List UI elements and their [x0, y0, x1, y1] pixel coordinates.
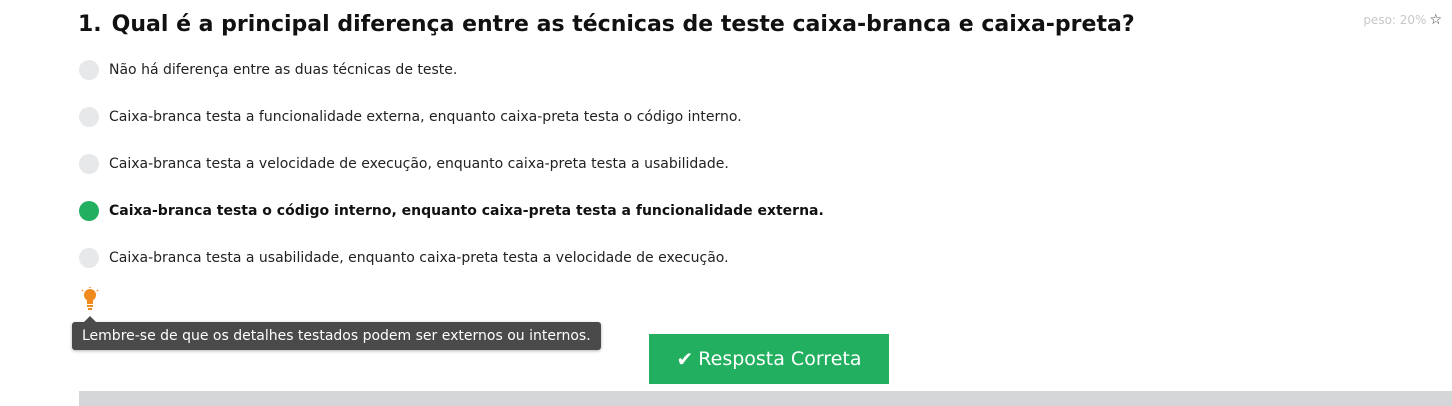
question-title: 1. Qual é a principal diferença entre as … — [78, 12, 1135, 37]
answer-option-4[interactable]: Caixa-branca testa o código interno, enq… — [79, 201, 824, 221]
radio-button[interactable] — [79, 154, 99, 174]
check-icon: ✔ — [676, 347, 694, 371]
weight-label: peso: 20% — [1363, 13, 1427, 27]
answer-option-1[interactable]: Não há diferença entre as duas técnicas … — [79, 60, 457, 80]
radio-button[interactable] — [79, 107, 99, 127]
answer-option-5[interactable]: Caixa-branca testa a usabilidade, enquan… — [79, 248, 729, 268]
correct-answer-button[interactable]: ✔ Resposta Correta — [649, 334, 889, 384]
question-number: 1. — [78, 12, 102, 37]
star-icon[interactable]: ☆ — [1429, 12, 1442, 28]
question-weight: peso: 20% ☆ — [1363, 12, 1442, 28]
answer-option-2[interactable]: Caixa-branca testa a funcionalidade exte… — [79, 107, 742, 127]
question-text: Qual é a principal diferença entre as té… — [111, 12, 1135, 37]
quiz-page: 1. Qual é a principal diferença entre as … — [0, 0, 1452, 406]
option-label: Caixa-branca testa o código interno, enq… — [109, 203, 824, 219]
radio-button-selected[interactable] — [79, 201, 99, 221]
radio-button[interactable] — [79, 248, 99, 268]
explanation-panel — [79, 391, 1452, 406]
radio-button[interactable] — [79, 60, 99, 80]
hint-tooltip: Lembre-se de que os detalhes testados po… — [72, 316, 601, 350]
option-label: Caixa-branca testa a usabilidade, enquan… — [109, 250, 729, 266]
lightbulb-icon[interactable] — [80, 287, 100, 311]
option-label: Caixa-branca testa a velocidade de execu… — [109, 156, 729, 172]
answer-option-3[interactable]: Caixa-branca testa a velocidade de execu… — [79, 154, 729, 174]
correct-answer-label: Resposta Correta — [698, 348, 862, 370]
option-label: Não há diferença entre as duas técnicas … — [109, 62, 458, 78]
option-label: Caixa-branca testa a funcionalidade exte… — [109, 109, 742, 125]
